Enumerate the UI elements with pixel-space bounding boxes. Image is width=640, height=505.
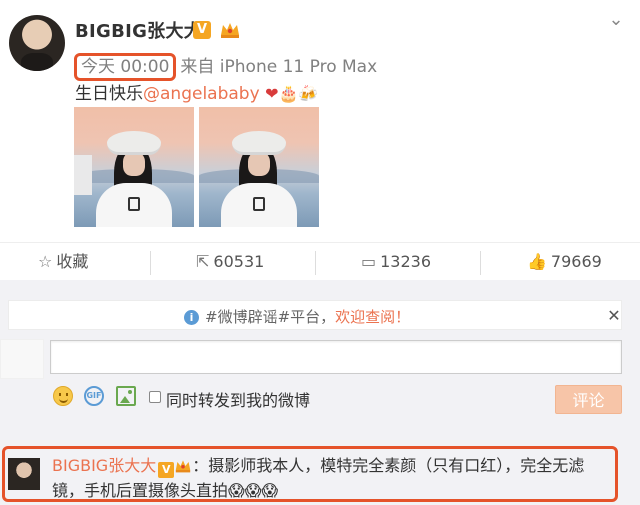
- thumbs-up-icon: 👍: [527, 252, 547, 271]
- info-icon: i: [184, 310, 199, 325]
- weibo-post: BIGBIG张大大 V ⌄ 今天 00:00 来自 iPhone 11 Pro M…: [0, 0, 640, 242]
- repost-icon: ⇱: [196, 252, 210, 271]
- notice-link[interactable]: 欢迎查阅！: [335, 308, 410, 326]
- post-time[interactable]: 今天 00:00: [74, 53, 177, 81]
- vip-crown-icon: [176, 460, 191, 473]
- emoji-icon[interactable]: [53, 386, 73, 406]
- post-action-bar: ☆ 收藏 ⇱ 60531 ▭ 13236 👍 79669: [0, 242, 640, 280]
- post-image-2[interactable]: [199, 107, 319, 227]
- author-avatar[interactable]: [9, 15, 65, 71]
- repost-button[interactable]: ⇱ 60531: [196, 243, 264, 281]
- rumor-notice-bar: i #微博辟谣#平台，欢迎查阅！ ✕: [8, 300, 622, 330]
- favorite-button[interactable]: ☆ 收藏: [38, 243, 88, 281]
- comment-button[interactable]: ▭ 13236: [361, 243, 431, 281]
- star-icon: ☆: [38, 252, 53, 271]
- author-name[interactable]: BIGBIG张大大: [75, 17, 202, 43]
- post-text-body: 生日快乐: [75, 84, 143, 104]
- image-upload-icon[interactable]: [116, 386, 136, 406]
- post-meta: 今天 00:00 来自 iPhone 11 Pro Max: [74, 52, 377, 81]
- submit-comment-button[interactable]: 评论: [555, 385, 622, 414]
- verified-badge-icon: V: [193, 21, 211, 39]
- notice-body: #微博辟谣#平台，: [205, 308, 336, 326]
- repost-checkbox-label[interactable]: 同时转发到我的微博: [166, 387, 310, 411]
- post-source: 来自 iPhone 11 Pro Max: [180, 57, 378, 77]
- current-user-avatar: [0, 339, 44, 379]
- post-image-1[interactable]: [74, 107, 194, 227]
- commenter-avatar[interactable]: [8, 458, 40, 490]
- like-count: 79669: [550, 252, 602, 271]
- comment-emojis: 😱😱😱: [228, 481, 279, 500]
- repost-count: 60531: [213, 252, 265, 271]
- post-text: 生日快乐@angelababy ❤🎂🍻: [75, 79, 318, 104]
- comment-item: BIGBIG张大大 V ：摄影师我本人，模特完全素颜（只有口红），完全无滤镜，手机后…: [52, 453, 614, 503]
- notice-text: i #微博辟谣#平台，欢迎查阅！: [184, 306, 410, 327]
- comment-icon: ▭: [361, 252, 377, 271]
- post-emojis: ❤🎂🍻: [265, 84, 319, 103]
- close-icon[interactable]: ✕: [607, 306, 621, 325]
- verified-badge-icon: V: [158, 462, 175, 478]
- chevron-down-icon[interactable]: ⌄: [606, 11, 626, 29]
- favorite-label: 收藏: [56, 252, 89, 271]
- repost-checkbox[interactable]: [149, 391, 161, 403]
- comment-count: 13236: [380, 252, 432, 271]
- like-button[interactable]: 👍 79669: [527, 243, 602, 281]
- comment-input[interactable]: [50, 340, 622, 374]
- commenter-name[interactable]: BIGBIG张大大: [52, 456, 156, 475]
- mention-link[interactable]: @angelababy: [143, 84, 260, 104]
- gif-icon[interactable]: GIF: [84, 386, 104, 406]
- vip-crown-icon: [221, 23, 239, 38]
